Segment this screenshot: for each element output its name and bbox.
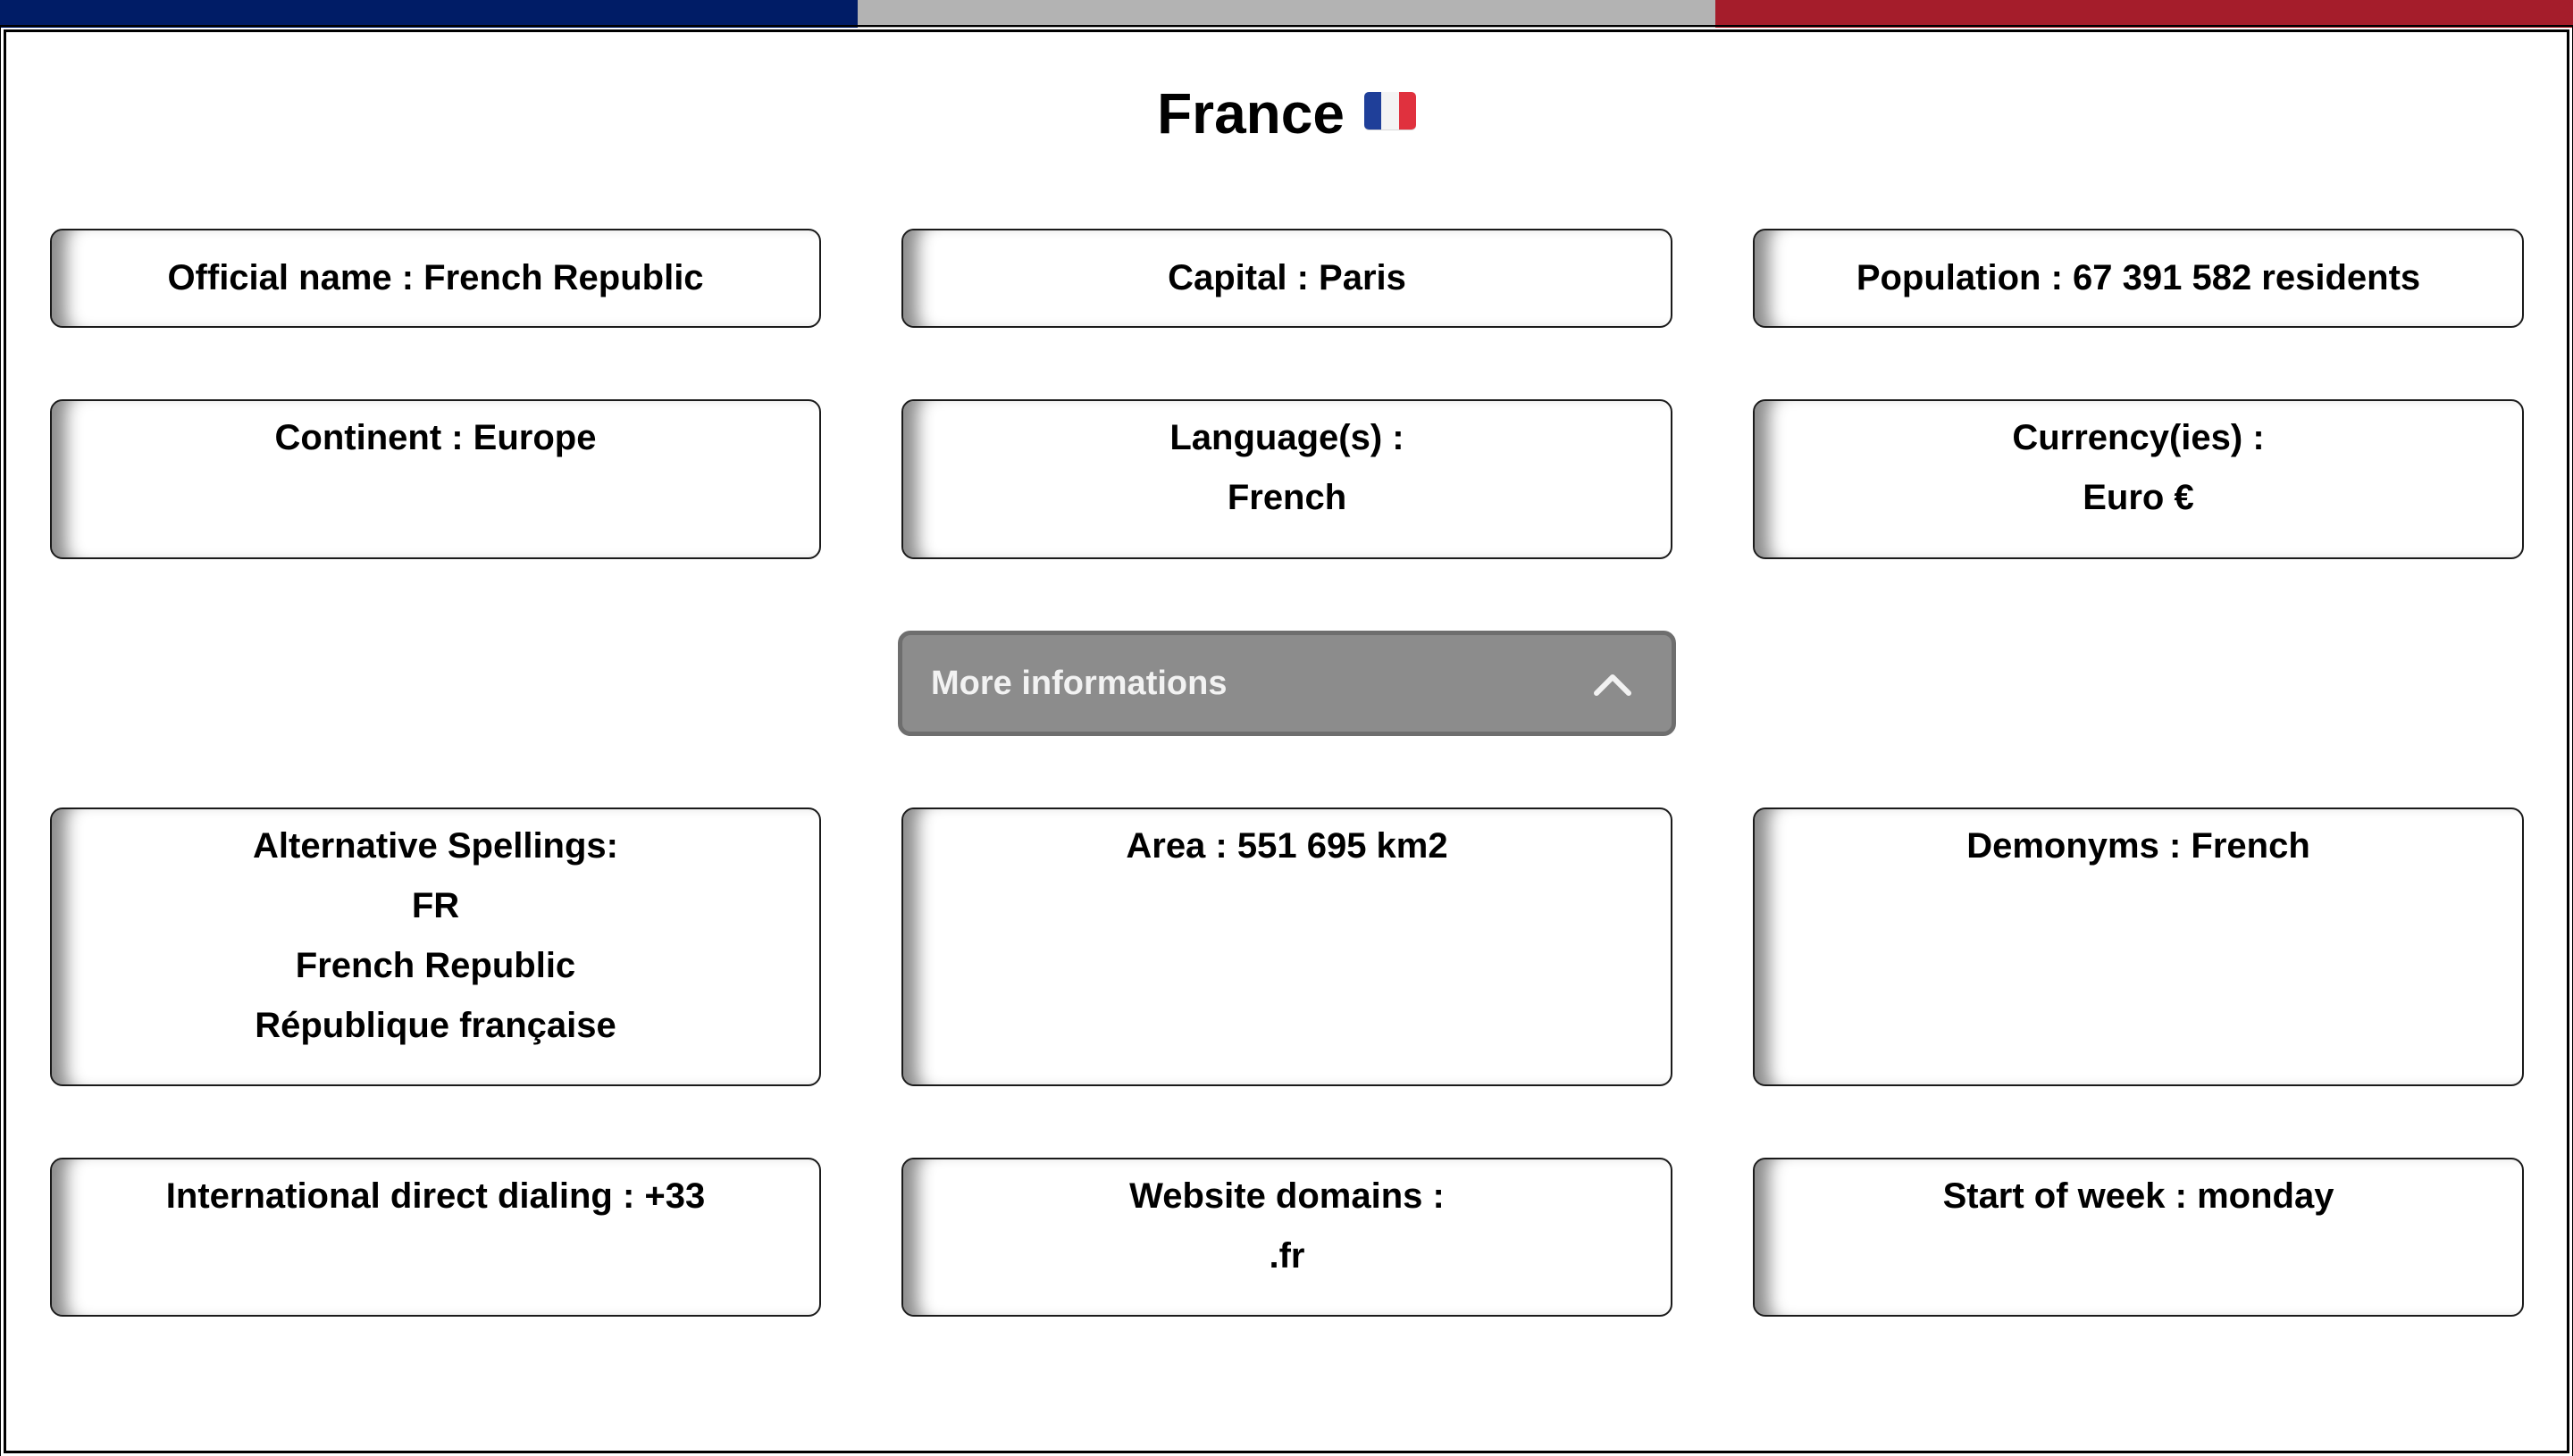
- flag-france-icon: [1363, 92, 1416, 130]
- start-of-week-card: Start of week : monday: [1753, 1158, 2524, 1317]
- currencies-label: Currency(ies) :: [2012, 418, 2265, 457]
- currencies-card: Currency(ies) : Euro €: [1753, 399, 2524, 559]
- dialing-text: International direct dialing : +33: [165, 1176, 706, 1216]
- area-card: Area : 551 695 km2: [901, 807, 1672, 1086]
- start-of-week-text: Start of week : monday: [1942, 1176, 2334, 1216]
- languages-card: Language(s) : French: [901, 399, 1672, 559]
- more-informations-label: More informations: [931, 664, 1228, 702]
- currency-value: Euro €: [2083, 478, 2194, 517]
- flag-bar-white: [858, 0, 1715, 28]
- dialing-card: International direct dialing : +33: [50, 1158, 821, 1317]
- domains-card: Website domains : .fr: [901, 1158, 1672, 1317]
- domains-label: Website domains :: [1129, 1176, 1445, 1216]
- continent-card: Continent : Europe: [50, 399, 821, 559]
- language-value: French: [1227, 478, 1347, 517]
- flag-bar-blue: [0, 0, 858, 28]
- languages-label: Language(s) :: [1169, 418, 1404, 457]
- capital-text: Capital : Paris: [1168, 258, 1406, 297]
- demonyms-text: Demonyms : French: [1966, 826, 2310, 866]
- official-name-card: Official name : French Republic: [50, 229, 821, 328]
- more-informations-toggle[interactable]: More informations: [898, 631, 1676, 736]
- demonyms-card: Demonyms : French: [1753, 807, 2524, 1086]
- country-name: France: [1157, 81, 1345, 146]
- chevron-up-icon: [1594, 674, 1631, 696]
- alt-spellings-label: Alternative Spellings:: [253, 826, 618, 866]
- continent-text: Continent : Europe: [274, 418, 597, 457]
- official-name-text: Official name : French Republic: [167, 258, 704, 297]
- alt-spellings-card: Alternative Spellings: FR French Republi…: [50, 807, 821, 1086]
- page-title: France: [0, 80, 2573, 146]
- alt-spelling-value: French Republic: [295, 946, 576, 985]
- population-card: Population : 67 391 582 residents: [1753, 229, 2524, 328]
- area-text: Area : 551 695 km2: [1126, 826, 1448, 866]
- population-text: Population : 67 391 582 residents: [1856, 258, 2421, 297]
- capital-card: Capital : Paris: [901, 229, 1672, 328]
- alt-spelling-value: FR: [411, 886, 460, 925]
- domain-value: .fr: [1269, 1236, 1305, 1276]
- alt-spelling-value: République française: [255, 1006, 616, 1045]
- flag-color-bar: [0, 0, 2573, 28]
- flag-bar-red: [1715, 0, 2573, 28]
